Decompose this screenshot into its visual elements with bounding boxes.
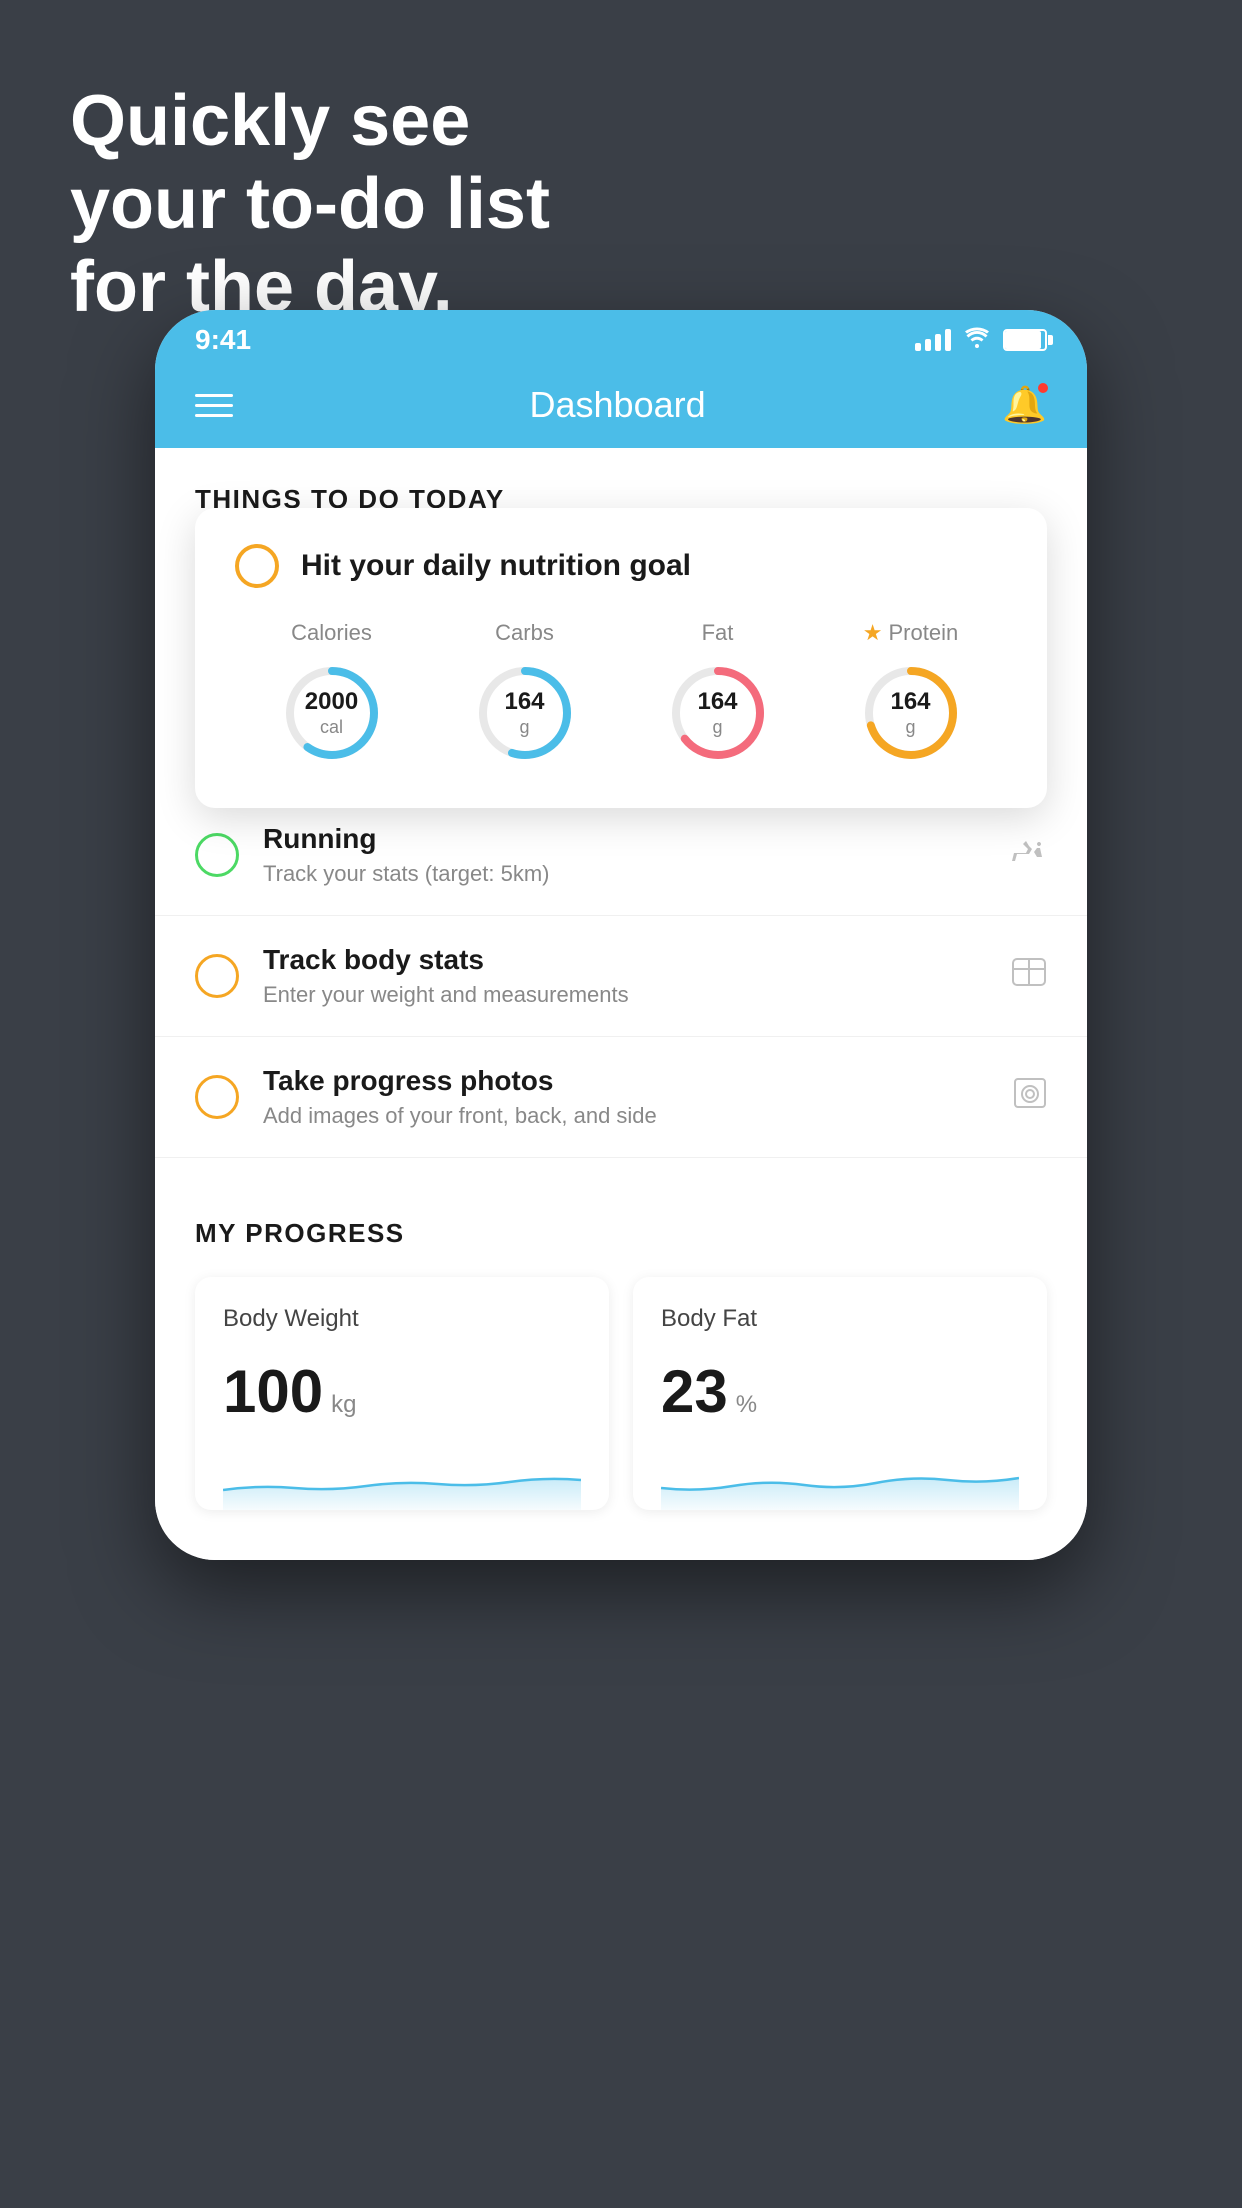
protein-unit: g	[890, 717, 930, 739]
running-text: Running Track your stats (target: 5km)	[263, 823, 985, 887]
status-icons	[915, 326, 1047, 354]
todo-item-running[interactable]: Running Track your stats (target: 5km)	[155, 795, 1087, 916]
running-icon	[1009, 836, 1047, 874]
body-fat-unit: %	[736, 1391, 757, 1419]
status-time: 9:41	[195, 324, 251, 356]
fat-unit: g	[697, 717, 737, 739]
nutrition-card-title: Hit your daily nutrition goal	[301, 549, 691, 583]
photos-check-circle[interactable]	[195, 1075, 239, 1119]
phone-mockup: 9:41 Dashboard 🔔 THINGS TO	[155, 310, 1087, 1560]
notification-dot	[1036, 381, 1050, 395]
carbs-value: 164	[504, 688, 544, 717]
protein-label: ★ Protein	[863, 620, 958, 646]
calories-value: 2000	[305, 688, 358, 717]
body-weight-value: 100	[223, 1357, 323, 1426]
progress-grid: Body Weight 100 kg	[195, 1277, 1047, 1510]
protein-star-icon: ★	[863, 620, 883, 646]
todo-item-photos[interactable]: Take progress photos Add images of your …	[155, 1037, 1087, 1158]
nutrition-fat: Fat 164 g	[663, 620, 773, 768]
progress-section: MY PROGRESS Body Weight 100 kg	[155, 1218, 1087, 1560]
headline-line2: your to-do list	[70, 164, 550, 244]
card-title-row: Hit your daily nutrition goal	[235, 544, 1007, 588]
nav-bar: Dashboard 🔔	[155, 366, 1087, 448]
body-weight-value-row: 100 kg	[223, 1357, 581, 1426]
body-weight-title: Body Weight	[223, 1305, 581, 1333]
notification-bell-icon[interactable]: 🔔	[1002, 384, 1047, 426]
body-stats-check-circle[interactable]	[195, 954, 239, 998]
photos-icon	[1013, 1077, 1047, 1117]
calories-unit: cal	[305, 717, 358, 739]
calories-label: Calories	[291, 620, 372, 646]
running-check-circle[interactable]	[195, 833, 239, 877]
todo-item-body-stats[interactable]: Track body stats Enter your weight and m…	[155, 916, 1087, 1037]
battery-icon	[1003, 329, 1047, 351]
nutrition-card: Hit your daily nutrition goal Calories 2…	[195, 508, 1047, 808]
wifi-icon	[963, 326, 991, 354]
body-stats-title: Track body stats	[263, 944, 987, 976]
fat-label: Fat	[702, 620, 734, 646]
body-stats-text: Track body stats Enter your weight and m…	[263, 944, 987, 1008]
fat-value: 164	[697, 688, 737, 717]
nutrition-grid: Calories 2000 cal Carbs	[235, 620, 1007, 768]
running-subtitle: Track your stats (target: 5km)	[263, 861, 985, 887]
status-bar: 9:41	[155, 310, 1087, 366]
signal-bars-icon	[915, 329, 951, 351]
nav-title: Dashboard	[530, 384, 706, 426]
nutrition-protein: ★ Protein 164 g	[856, 620, 966, 768]
fat-donut: 164 g	[663, 658, 773, 768]
body-weight-unit: kg	[331, 1391, 356, 1419]
menu-button[interactable]	[195, 394, 233, 417]
photos-text: Take progress photos Add images of your …	[263, 1065, 989, 1129]
photos-title: Take progress photos	[263, 1065, 989, 1097]
nutrition-check-circle[interactable]	[235, 544, 279, 588]
todo-list: Running Track your stats (target: 5km) T…	[155, 795, 1087, 1158]
protein-donut: 164 g	[856, 658, 966, 768]
protein-value: 164	[890, 688, 930, 717]
body-weight-chart	[223, 1450, 581, 1510]
headline-line1: Quickly see	[70, 81, 470, 161]
carbs-unit: g	[504, 717, 544, 739]
nutrition-carbs: Carbs 164 g	[470, 620, 580, 768]
photos-subtitle: Add images of your front, back, and side	[263, 1103, 989, 1129]
body-fat-chart	[661, 1450, 1019, 1510]
body-fat-title: Body Fat	[661, 1305, 1019, 1333]
body-fat-value-row: 23 %	[661, 1357, 1019, 1426]
content-area: THINGS TO DO TODAY Hit your daily nutrit…	[155, 448, 1087, 1560]
nutrition-calories: Calories 2000 cal	[277, 620, 387, 768]
progress-header: MY PROGRESS	[195, 1218, 1047, 1249]
body-fat-value: 23	[661, 1357, 728, 1426]
body-weight-card: Body Weight 100 kg	[195, 1277, 609, 1510]
carbs-label: Carbs	[495, 620, 554, 646]
body-stats-subtitle: Enter your weight and measurements	[263, 982, 987, 1008]
running-title: Running	[263, 823, 985, 855]
calories-donut: 2000 cal	[277, 658, 387, 768]
carbs-donut: 164 g	[470, 658, 580, 768]
body-fat-card: Body Fat 23 %	[633, 1277, 1047, 1510]
background-headline: Quickly see your to-do list for the day.	[70, 80, 550, 328]
body-stats-icon	[1011, 957, 1047, 995]
